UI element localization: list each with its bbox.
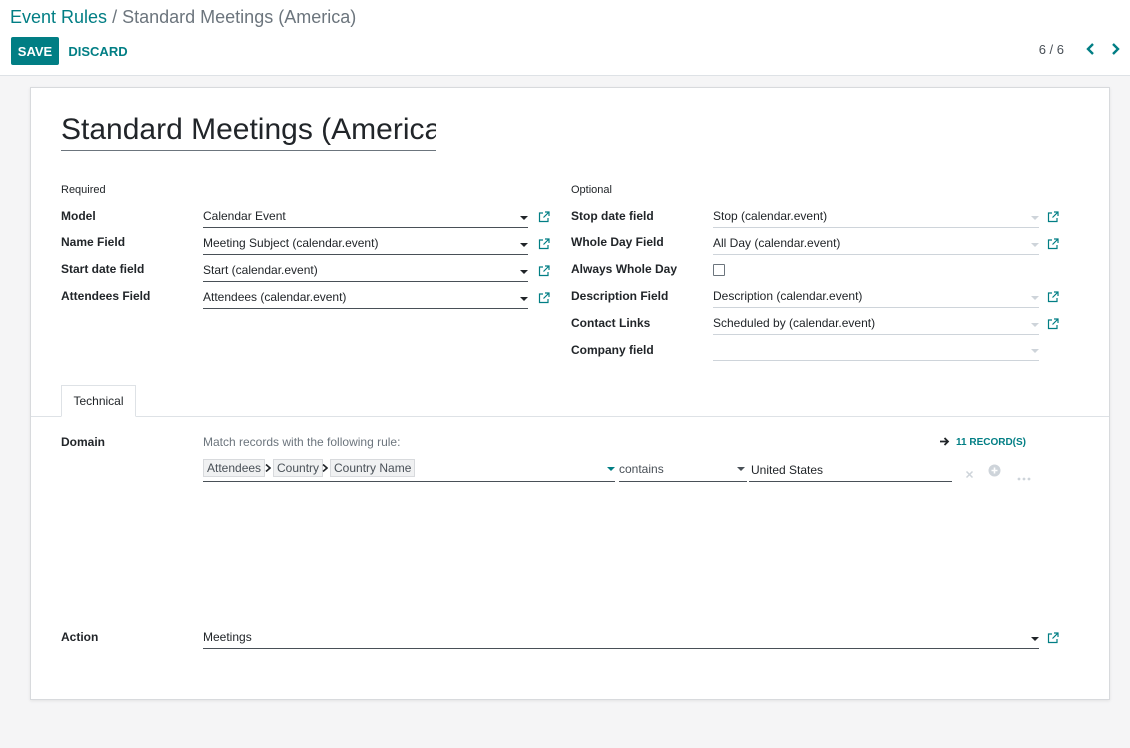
breadcrumb-separator: / [112, 7, 118, 27]
action-label: Action [61, 630, 99, 644]
action-field-input[interactable]: Meetings [203, 626, 1039, 649]
more-options-icon[interactable] [1017, 468, 1031, 486]
whole-day-field-label: Whole Day Field [571, 235, 664, 249]
caret-down-icon[interactable] [1031, 296, 1039, 300]
control-panel: Event Rules / Standard Meetings (America… [0, 0, 1130, 76]
description-field-input[interactable]: Description (calendar.event) [713, 285, 1039, 308]
arrow-right-icon [940, 437, 950, 446]
chevron-left-icon[interactable] [1082, 40, 1100, 58]
external-link-icon[interactable] [1047, 631, 1059, 644]
caret-down-icon[interactable] [1031, 216, 1039, 220]
attendees-field-input[interactable]: Attendees (calendar.event) [203, 286, 528, 309]
external-link-icon[interactable] [1047, 210, 1059, 223]
start-date-field-label: Start date field [61, 262, 145, 276]
form-sheet: Standard Meetings (America Required Mode… [30, 87, 1110, 700]
domain-records-count: 11 RECORD(S) [956, 437, 1027, 448]
pager-value[interactable]: 6 / 6 [1020, 42, 1064, 57]
domain-label: Domain [61, 435, 106, 449]
caret-down-icon[interactable] [1031, 323, 1039, 327]
domain-value-input[interactable]: United States [749, 458, 952, 482]
path-chip-country: Country [273, 459, 324, 477]
external-link-icon[interactable] [538, 264, 550, 277]
whole-day-field-input[interactable]: All Day (calendar.event) [713, 232, 1039, 255]
chevron-right-icon [265, 464, 271, 472]
optional-group-heading: Optional [571, 184, 612, 196]
discard-button[interactable]: DISCARD [67, 37, 129, 65]
external-link-icon[interactable] [538, 291, 550, 304]
caret-down-icon[interactable] [1031, 243, 1039, 247]
attendees-field-label: Attendees Field [61, 289, 151, 303]
external-link-icon[interactable] [1047, 290, 1059, 303]
tab-strip [31, 416, 1109, 417]
stop-date-field-label: Stop date field [571, 209, 654, 223]
breadcrumb-parent-link[interactable]: Event Rules [10, 7, 107, 27]
caret-down-icon[interactable] [520, 297, 528, 301]
caret-down-icon[interactable] [607, 467, 615, 471]
start-date-field-input[interactable]: Start (calendar.event) [203, 259, 528, 282]
tab-technical[interactable]: Technical [61, 385, 136, 417]
delete-rule-icon[interactable] [965, 466, 974, 484]
path-chip-country-name: Country Name [330, 459, 416, 477]
caret-down-icon[interactable] [1031, 349, 1039, 353]
name-field-input[interactable]: Meeting Subject (calendar.event) [203, 232, 528, 255]
stop-date-field-input[interactable]: Stop (calendar.event) [713, 205, 1039, 228]
chevron-right-icon [322, 464, 328, 472]
save-button[interactable]: SAVE [11, 37, 59, 65]
domain-description: Match records with the following rule: [203, 435, 401, 449]
domain-operator-value: contains [619, 462, 664, 476]
external-link-icon[interactable] [1047, 237, 1059, 250]
required-group-heading: Required [61, 184, 106, 196]
domain-records-link[interactable]: 11 RECORD(S) [939, 436, 1026, 448]
external-link-icon[interactable] [538, 210, 550, 223]
always-whole-day-label: Always Whole Day [571, 262, 678, 276]
caret-down-icon[interactable] [520, 216, 528, 220]
domain-path-selector[interactable]: Attendees Country Country Name [203, 458, 615, 482]
caret-down-icon[interactable] [520, 270, 528, 274]
model-label: Model [61, 209, 96, 223]
external-link-icon[interactable] [1047, 317, 1059, 330]
name-field-label: Name Field [61, 235, 126, 249]
model-field[interactable]: Calendar Event [203, 205, 528, 228]
always-whole-day-checkbox[interactable] [713, 264, 725, 276]
description-field-label: Description Field [571, 289, 669, 303]
contact-links-label: Contact Links [571, 316, 651, 330]
chevron-right-icon[interactable] [1106, 40, 1124, 58]
caret-down-icon[interactable] [1031, 637, 1039, 641]
breadcrumb-current: Standard Meetings (America) [122, 7, 357, 27]
record-title-input[interactable]: Standard Meetings (America [61, 112, 436, 151]
domain-operator-select[interactable]: contains [619, 458, 747, 482]
company-field-input[interactable] [713, 338, 1039, 361]
caret-down-icon[interactable] [520, 243, 528, 247]
external-link-icon[interactable] [538, 237, 550, 250]
contact-links-input[interactable]: Scheduled by (calendar.event) [713, 312, 1039, 335]
company-field-label: Company field [571, 343, 654, 357]
breadcrumb: Event Rules / Standard Meetings (America… [10, 6, 356, 28]
add-rule-icon[interactable] [988, 464, 1001, 482]
caret-down-icon[interactable] [737, 467, 745, 471]
path-chip-attendees: Attendees [203, 459, 266, 477]
